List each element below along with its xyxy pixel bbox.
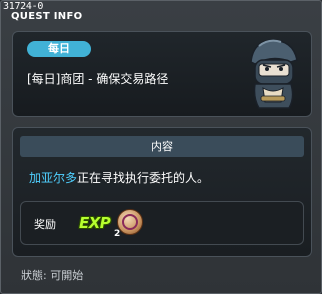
quest-status: 狀態: 可開始 (21, 267, 83, 283)
quest-title: [每日]商团 - 确保交易路径 (27, 72, 169, 86)
npc-name[interactable]: 加亚尔多 (29, 171, 77, 185)
window-title: QUEST INFO (11, 11, 83, 22)
reward-item-emblem (122, 214, 138, 230)
daily-badge: 每日 (27, 41, 91, 57)
reward-item-count: 2 (114, 229, 121, 239)
status-value: 可開始 (50, 269, 84, 282)
status-label: 狀態 (21, 269, 43, 282)
reward-label: 奖励 (34, 218, 56, 231)
quest-body-panel: 内容 加亚尔多正在寻找执行委托的人。 奖励 EXP 2 (12, 127, 312, 257)
description-text: 正在寻找执行委托的人。 (77, 171, 210, 185)
quest-info-window: 31724-0 QUEST INFO 每日 [每日]商团 - 确保交易路径 内容… (0, 0, 322, 294)
title-bar[interactable]: 31724-0 QUEST INFO (1, 1, 321, 25)
quest-description: 加亚尔多正在寻找执行委托的人。 (29, 169, 209, 186)
quest-header-panel: 每日 [每日]商团 - 确保交易路径 (12, 31, 312, 117)
reward-box: 奖励 EXP 2 (20, 201, 304, 245)
npc-portrait-icon (250, 39, 298, 109)
exp-icon[interactable]: EXP (79, 214, 111, 232)
content-section-header: 内容 (20, 136, 304, 157)
reward-item-icon[interactable] (117, 209, 143, 235)
status-separator: : (43, 269, 47, 282)
